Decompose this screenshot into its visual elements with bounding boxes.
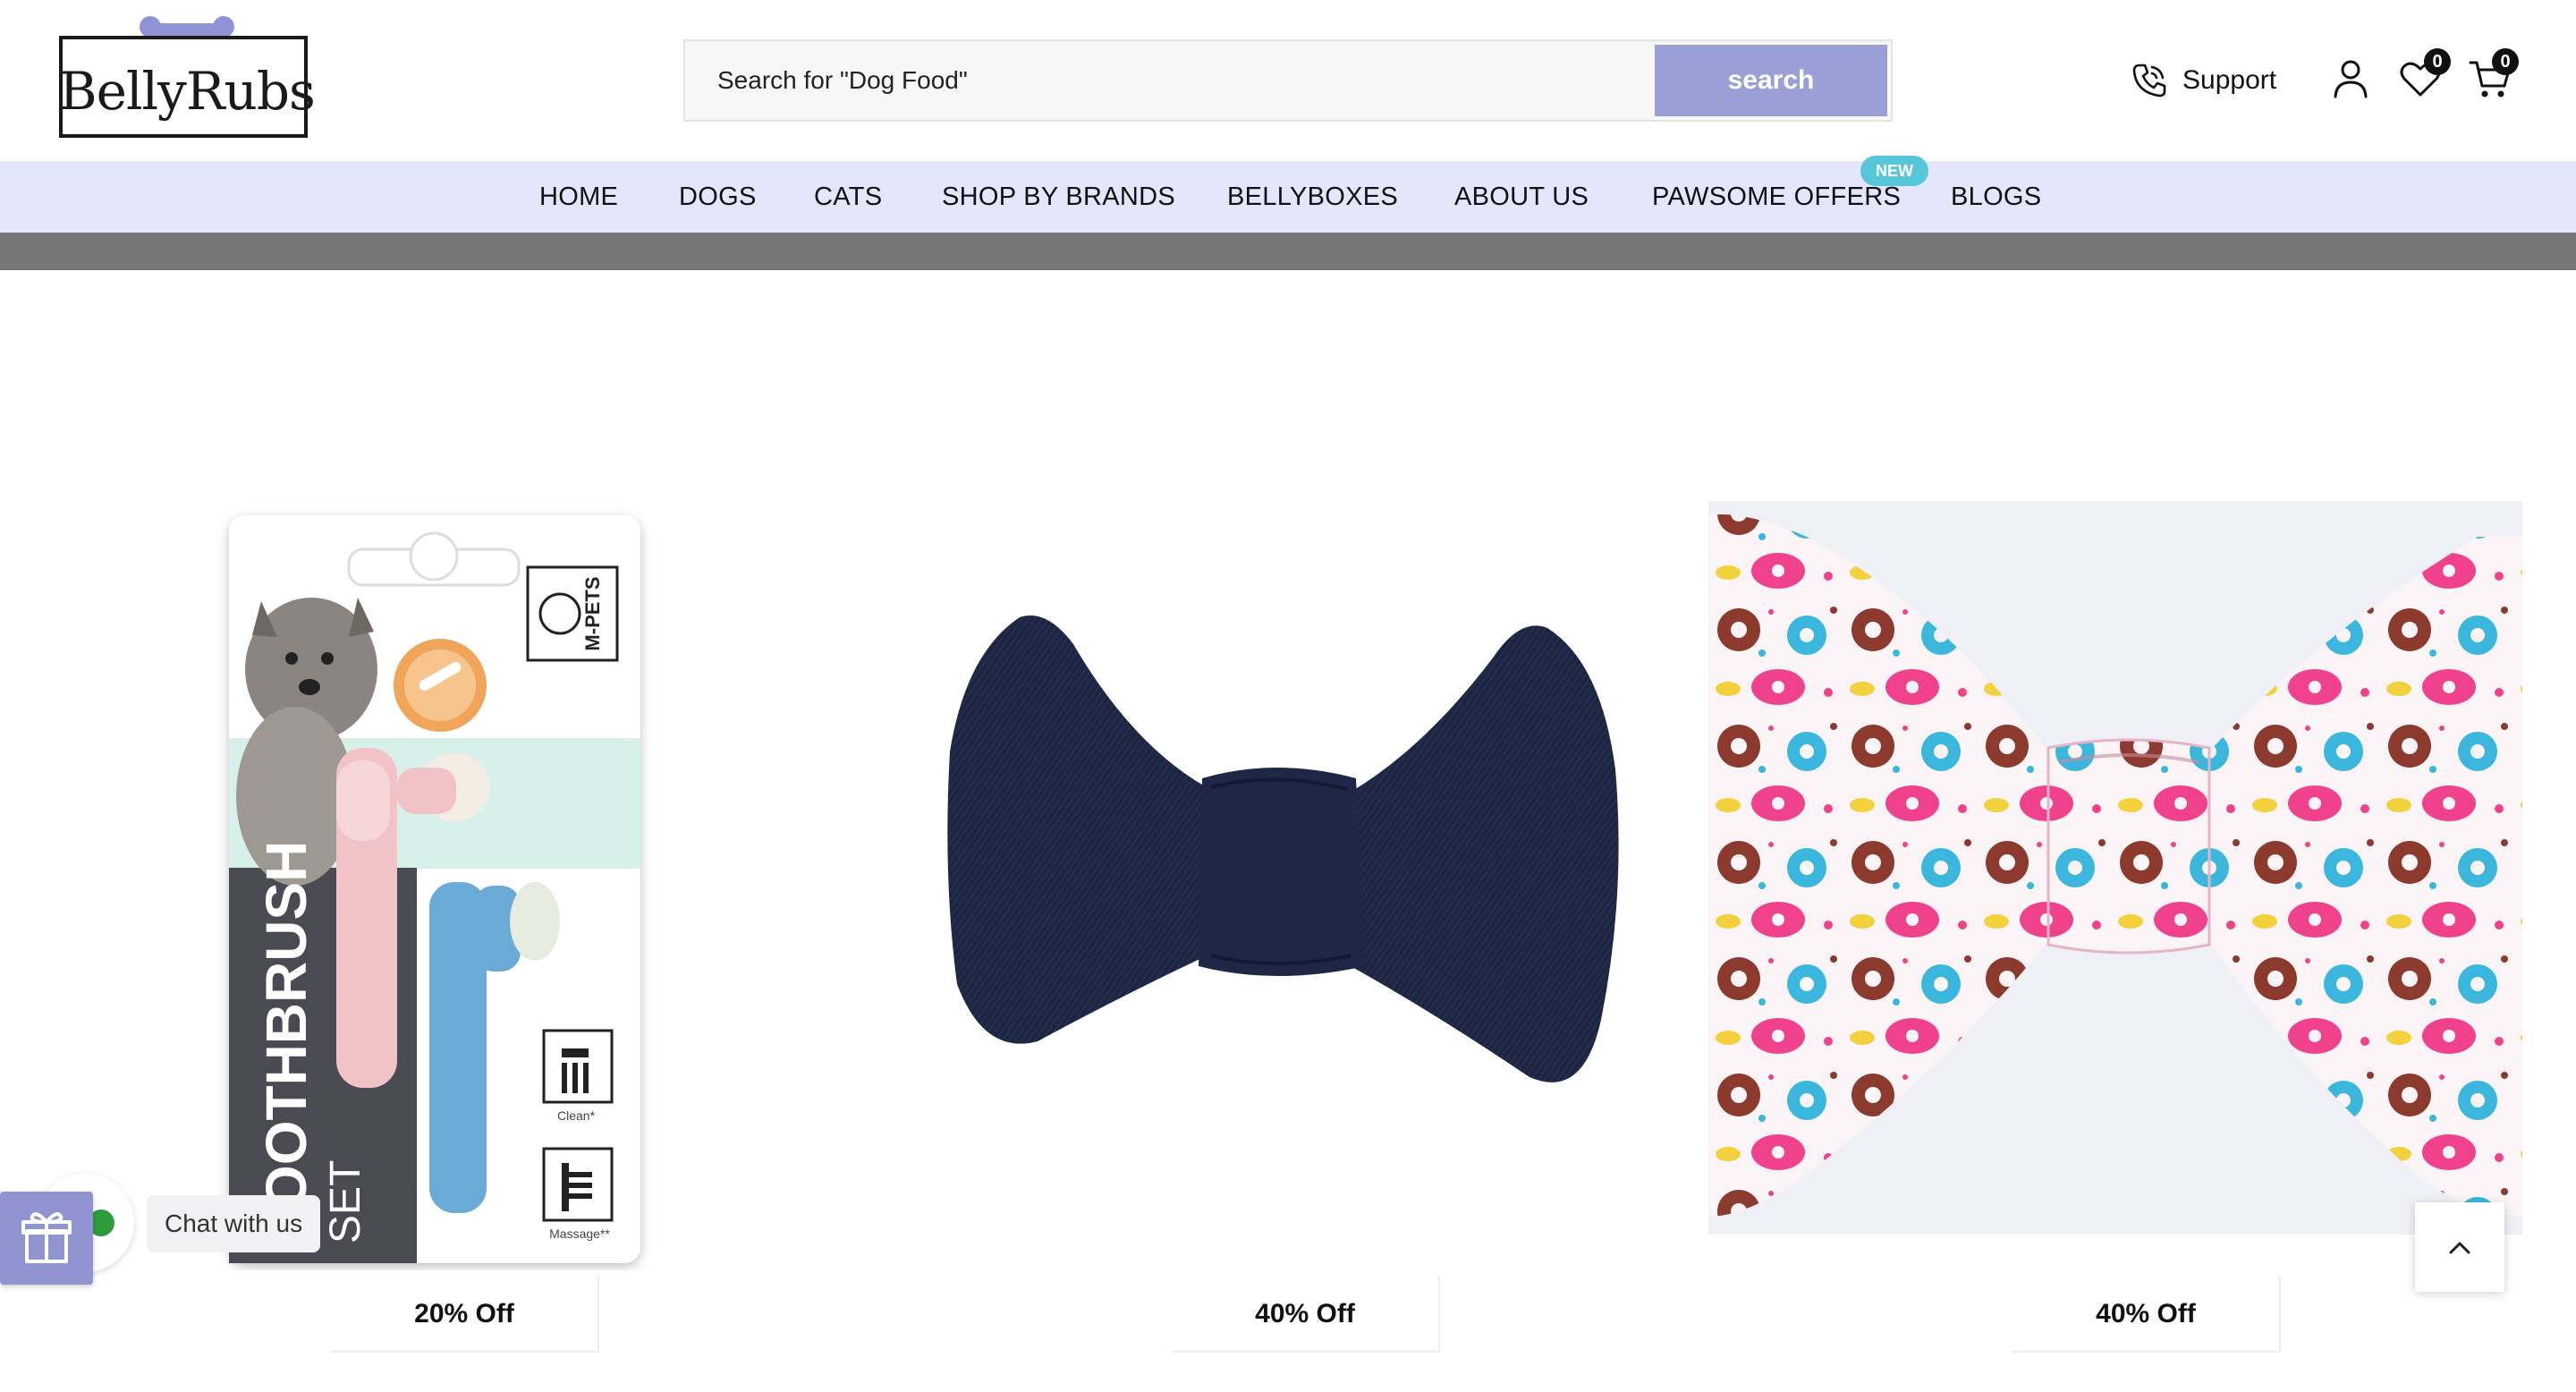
discount-label: 40% Off [1172,1276,1440,1353]
set-label: SET [322,1160,369,1243]
toothbrush-label: TOOTHBRUSH [254,841,318,1243]
back-to-top-button[interactable] [2415,1202,2504,1292]
nav-item-pawsome-offers[interactable]: PAWSOME OFFERS [1652,182,1901,212]
nav-item-about-us[interactable]: ABOUT US [1454,182,1589,212]
nav-item-home[interactable]: HOME [539,182,618,212]
search-input[interactable] [685,41,1655,120]
support-link[interactable]: Support [2129,59,2276,102]
nav-item-dogs[interactable]: DOGS [679,182,757,212]
cart-count-badge: 0 [2492,48,2519,75]
phone-icon [2132,64,2166,98]
gift-icon [21,1212,72,1263]
nav-item-bellyboxes[interactable]: BELLYBOXES [1227,182,1398,212]
product-image-toothbrush-set[interactable]: M-PETS TOOTHBRUSH SET Clean* Massage** [27,483,868,1270]
product-image-donut-bow[interactable] [1708,483,2549,1270]
product-image-denim-bow[interactable] [868,483,1708,1270]
rewards-gift-button[interactable] [0,1192,93,1285]
brand-name: BellyRubs [59,61,316,122]
support-label: Support [2182,65,2277,95]
wishlist-count-badge: 0 [2424,48,2451,75]
announcement-strip [0,233,2576,270]
search-button[interactable]: search [1655,45,1887,116]
chat-label[interactable]: Chat with us [147,1195,321,1252]
discount-label: 40% Off [2012,1276,2281,1353]
nav-item-shop-by-brands[interactable]: SHOP BY BRANDS [942,182,1175,212]
main-navigation: HOME DOGS CATS SHOP BY BRANDS BELLYBOXES… [0,161,2576,233]
clean-caption: Clean* [557,1108,596,1123]
massage-caption: Massage** [549,1226,610,1241]
nav-item-cats[interactable]: CATS [814,182,882,212]
site-header: BellyRubs search Support 0 0 [0,0,2576,161]
discount-label: 20% Off [331,1276,599,1353]
brand-logo[interactable]: BellyRubs [59,16,316,140]
nav-item-blogs[interactable]: BLOGS [1951,182,2041,212]
brand-print: M-PETS [581,576,604,650]
product-card[interactable]: 40% Off [868,483,1708,1378]
chevron-up-icon [2449,1242,2470,1254]
search-form: search [683,39,1893,122]
new-badge: NEW [1860,156,1928,186]
account-icon[interactable] [2327,55,2374,102]
